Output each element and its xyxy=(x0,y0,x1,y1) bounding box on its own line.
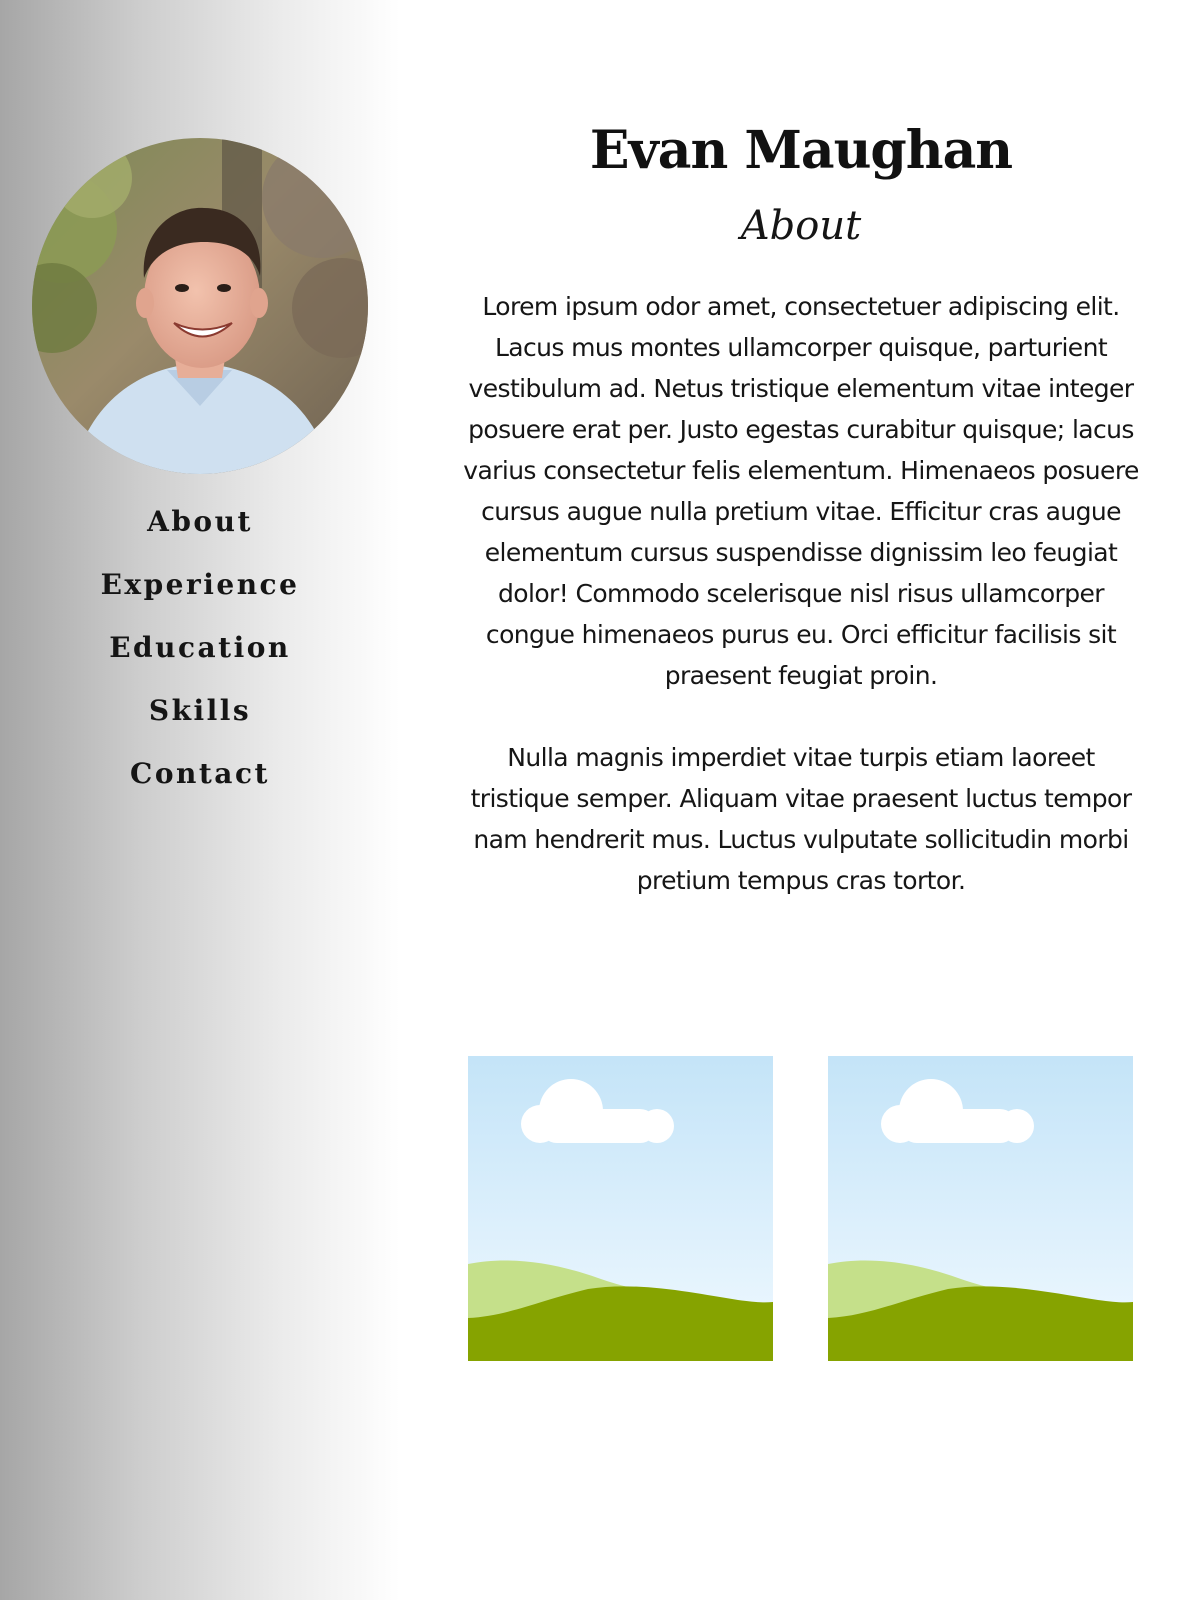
nav-item-contact[interactable]: Contact xyxy=(0,750,400,813)
nav-item-skills[interactable]: Skills xyxy=(0,687,400,750)
about-paragraph-1: Lorem ipsum odor amet, consectetuer adip… xyxy=(463,292,1139,690)
page-title: Evan Maughan xyxy=(589,120,1013,181)
landscape-placeholder-icon xyxy=(468,1056,773,1361)
nav-item-education[interactable]: Education xyxy=(0,624,400,687)
gallery-image-1 xyxy=(468,1056,773,1361)
avatar xyxy=(32,138,368,474)
main-content: Evan Maughan About Lorem ipsum odor amet… xyxy=(462,0,1140,1600)
about-paragraph-2: Nulla magnis imperdiet vitae turpis etia… xyxy=(470,743,1132,895)
about-text: Lorem ipsum odor amet, consectetuer adip… xyxy=(462,286,1140,901)
nav-item-experience[interactable]: Experience xyxy=(0,561,400,624)
profile-photo xyxy=(32,138,368,474)
landscape-placeholder-icon xyxy=(828,1056,1133,1361)
sidebar: About Experience Education Skills Contac… xyxy=(0,0,400,1600)
section-heading: About xyxy=(740,203,862,249)
gallery-image-2 xyxy=(828,1056,1133,1361)
main-nav: About Experience Education Skills Contac… xyxy=(0,498,400,813)
nav-item-about[interactable]: About xyxy=(0,498,400,561)
portfolio-page: About Experience Education Skills Contac… xyxy=(0,0,1200,1600)
